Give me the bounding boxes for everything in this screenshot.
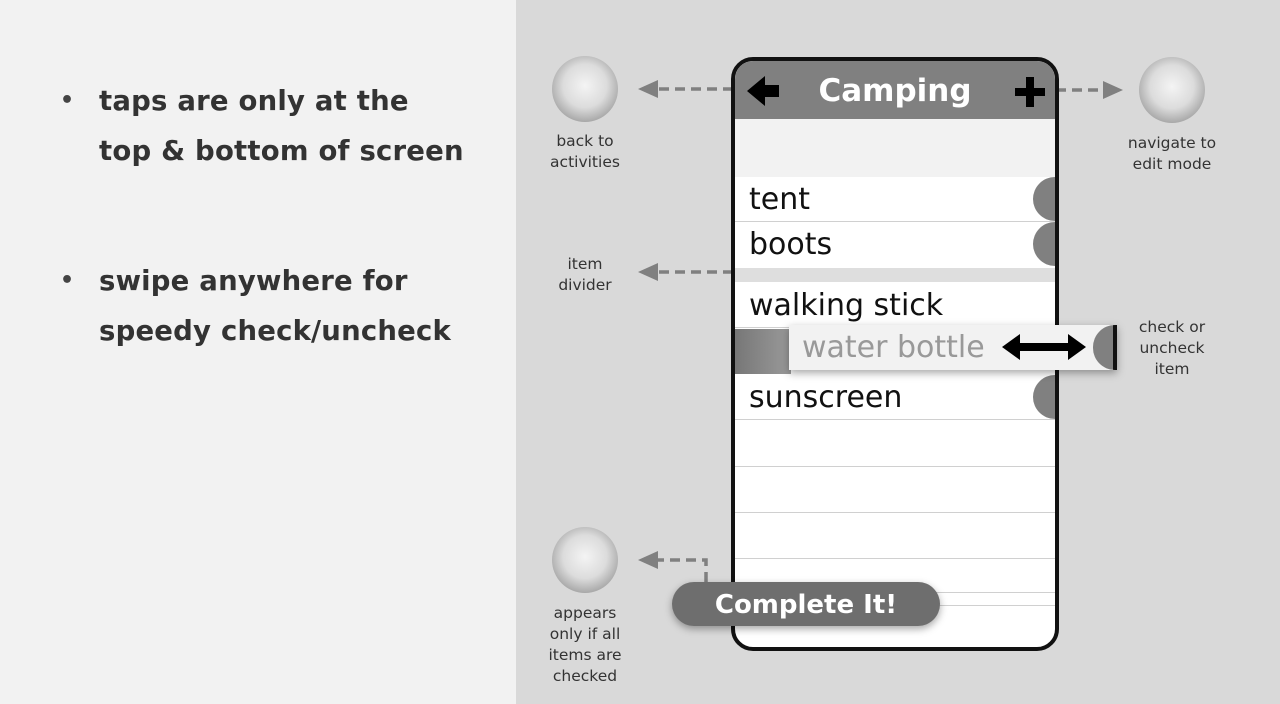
check-tab[interactable] (1033, 375, 1055, 419)
arrowhead (1103, 81, 1123, 99)
swipe-reveal-area (735, 329, 791, 374)
left-arrow-icon[interactable] (747, 76, 781, 106)
arrowhead (638, 80, 658, 98)
list-top-spacer (735, 119, 1055, 177)
empty-row (735, 420, 1055, 467)
annotation-line: check or (1138, 318, 1206, 336)
annotation-complete: appears only if all items are checked (535, 603, 635, 687)
annotation-divider: item divider (535, 254, 635, 296)
annotation-line: divider (558, 276, 612, 294)
check-tab[interactable] (1033, 177, 1055, 221)
annotation-check: check or uncheck item (1122, 317, 1222, 380)
touch-circle-icon (552, 56, 618, 122)
list-item[interactable]: sunscreen (735, 375, 1055, 420)
touch-circle-icon (552, 527, 618, 593)
double-arrow-icon (1002, 334, 1086, 360)
annotation-line: back to (556, 132, 614, 150)
item-label: water bottle (802, 330, 985, 365)
annotation-line: edit mode (1132, 155, 1212, 173)
annotation-line: appears (553, 604, 617, 622)
check-tab[interactable] (1093, 325, 1117, 370)
annotation-line: item (1154, 360, 1190, 378)
item-label: boots (749, 227, 833, 262)
annotation-line: items are (548, 646, 622, 664)
item-divider (735, 268, 1055, 282)
empty-row (735, 513, 1055, 559)
touch-circle-icon (1139, 57, 1205, 123)
list-item[interactable]: walking stick (735, 283, 1055, 328)
item-label: walking stick (749, 288, 944, 323)
list-item[interactable]: boots (735, 222, 1055, 266)
annotation-line: item (567, 255, 603, 273)
annotation-line: only if all (549, 625, 621, 643)
arrowhead (638, 551, 658, 569)
annotation-line: activities (550, 153, 620, 171)
page-title: Camping (818, 73, 972, 109)
empty-row (735, 467, 1055, 513)
complete-button[interactable]: Complete It! (672, 582, 940, 626)
annotation-line: navigate to (1127, 134, 1217, 152)
plus-icon[interactable] (1015, 77, 1045, 107)
arrowhead (638, 263, 658, 281)
list-item[interactable]: tent (735, 177, 1055, 222)
annotation-edit: navigate to edit mode (1112, 133, 1232, 175)
annotation-line: uncheck (1139, 339, 1205, 357)
item-label: sunscreen (749, 380, 903, 415)
check-tab[interactable] (1033, 222, 1055, 266)
annotation-back: back to activities (535, 131, 635, 173)
complete-connector (655, 558, 708, 582)
annotation-line: checked (552, 667, 618, 685)
dragged-list-item[interactable]: water bottle (789, 325, 1117, 370)
item-label: tent (749, 182, 810, 217)
